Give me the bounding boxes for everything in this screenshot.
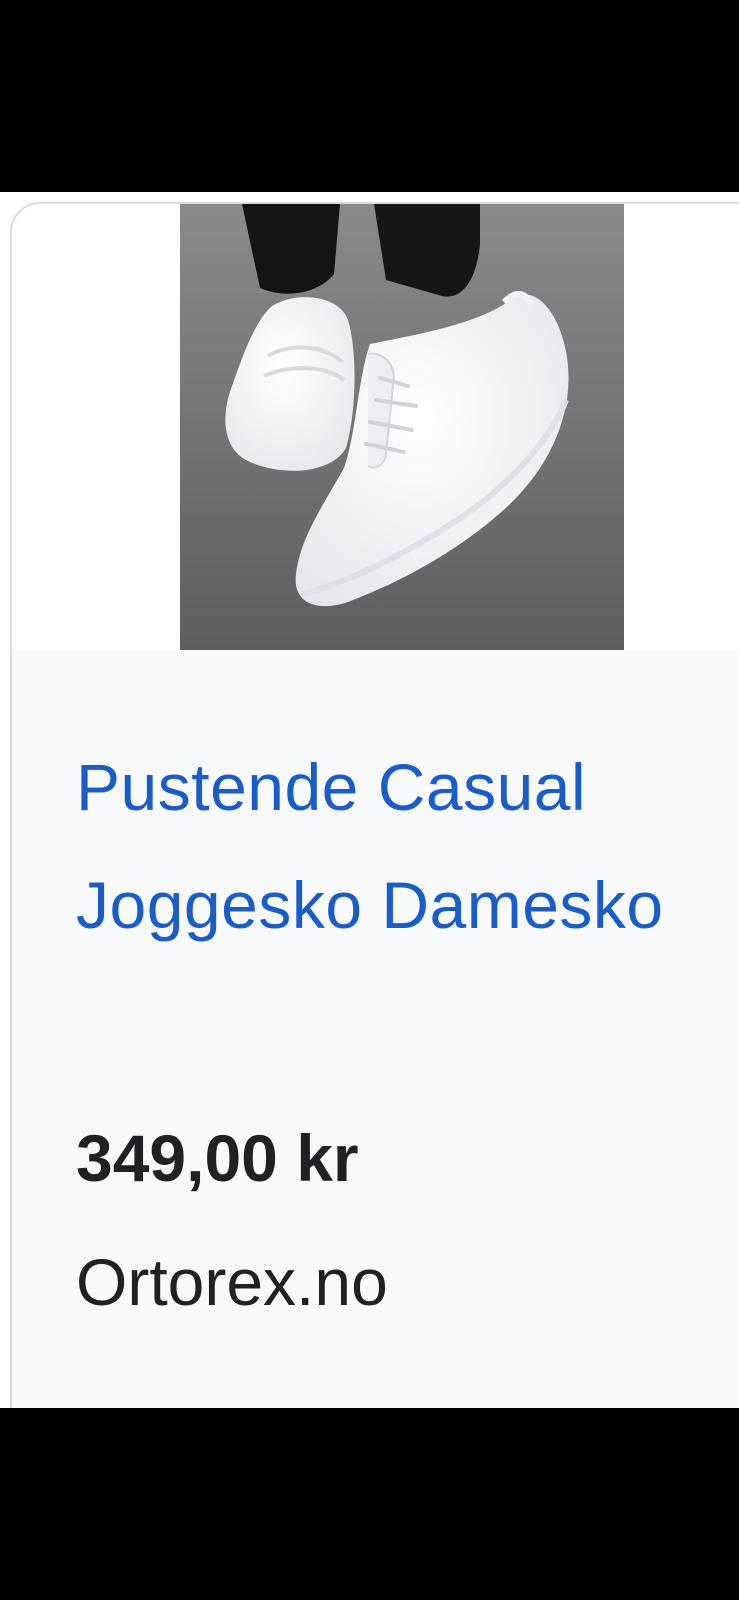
product-title-link[interactable]: Pustende Casual Joggesko Damesko — [76, 728, 716, 964]
top-black-bar — [0, 0, 739, 192]
product-image[interactable] — [180, 204, 624, 650]
product-price: 349,00 kr — [76, 1121, 359, 1195]
page: Pustende Casual Joggesko Damesko 349,00 … — [0, 192, 739, 1408]
product-info: Pustende Casual Joggesko Damesko 349,00 … — [12, 650, 739, 1408]
product-card[interactable]: Pustende Casual Joggesko Damesko 349,00 … — [10, 202, 739, 1408]
sneaker-photo — [180, 204, 624, 650]
bottom-black-bar — [0, 1408, 739, 1600]
merchant-name: Ortorex.no — [76, 1245, 388, 1319]
image-area — [12, 204, 739, 650]
